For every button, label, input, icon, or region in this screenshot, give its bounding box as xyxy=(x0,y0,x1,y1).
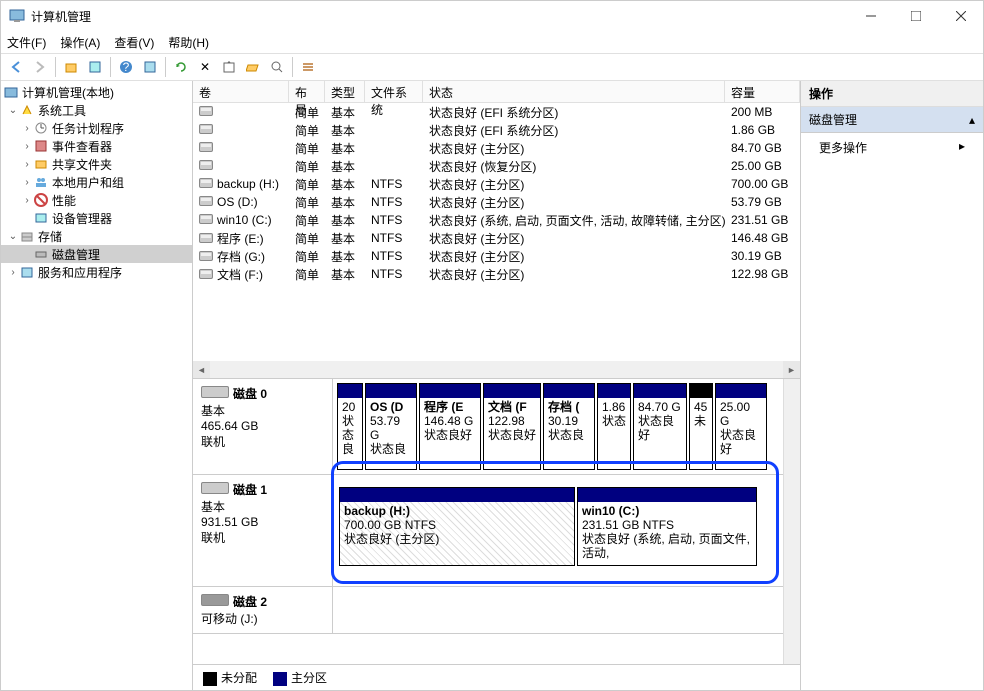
tree-panel[interactable]: 计算机管理(本地) ⌄系统工具 ›任务计划程序 ›事件查看器 ›共享文件夹 ›本… xyxy=(1,81,193,690)
vertical-scrollbar[interactable] xyxy=(783,379,800,664)
menu-help[interactable]: 帮助(H) xyxy=(168,34,209,51)
col-layout[interactable]: 布局 xyxy=(289,81,325,102)
forward-button[interactable] xyxy=(29,56,51,78)
volume-list: 卷 布局 类型 文件系统 状态 容量 简单基本状态良好 (EFI 系统分区)20… xyxy=(193,81,800,379)
tree-system-tools[interactable]: ⌄系统工具 xyxy=(1,101,192,119)
chevron-right-icon: ▸ xyxy=(959,139,965,156)
menubar: 文件(F) 操作(A) 查看(V) 帮助(H) xyxy=(1,31,983,53)
partition[interactable]: win10 (C:)231.51 GB NTFS状态良好 (系统, 启动, 页面… xyxy=(577,487,757,566)
menu-view[interactable]: 查看(V) xyxy=(114,34,154,51)
partition[interactable]: 20状态良 xyxy=(337,383,363,470)
disk-label-1: 磁盘 1 基本 931.51 GB 联机 xyxy=(193,475,333,586)
collapse-icon: ▴ xyxy=(969,113,975,127)
partition[interactable]: 文档 (F122.98状态良好 xyxy=(483,383,541,470)
menu-file[interactable]: 文件(F) xyxy=(7,34,46,51)
refresh-button[interactable] xyxy=(170,56,192,78)
help-button[interactable]: ? xyxy=(115,56,137,78)
partition[interactable]: 存档 (30.19状态良 xyxy=(543,383,595,470)
disk-row-0[interactable]: 磁盘 0 基本 465.64 GB 联机 20状态良OS (D53.79 G状态… xyxy=(193,379,783,475)
col-capacity[interactable]: 容量 xyxy=(725,81,800,102)
partition[interactable]: 45未 xyxy=(689,383,713,470)
actions-header: 操作 xyxy=(801,81,983,107)
disk1-partitions: backup (H:)700.00 GB NTFS状态良好 (主分区)win10… xyxy=(333,475,783,586)
scroll-left-icon[interactable]: ◄ xyxy=(193,361,210,378)
disk0-partitions: 20状态良OS (D53.79 G状态良程序 (E146.48 G状态良好文档 … xyxy=(333,379,783,474)
disk-panel[interactable]: 磁盘 0 基本 465.64 GB 联机 20状态良OS (D53.79 G状态… xyxy=(193,379,783,664)
view-button[interactable] xyxy=(139,56,161,78)
app-icon xyxy=(9,8,25,24)
disk-icon xyxy=(201,482,229,494)
tree-root[interactable]: 计算机管理(本地) xyxy=(1,83,192,101)
up-button[interactable] xyxy=(60,56,82,78)
titlebar: 计算机管理 xyxy=(1,1,983,31)
disk-label-2: 磁盘 2 可移动 (J:) xyxy=(193,587,333,633)
volume-row[interactable]: win10 (C:)简单基本NTFS状态良好 (系统, 启动, 页面文件, 活动… xyxy=(193,211,800,229)
disk2-partitions xyxy=(333,587,783,633)
center-panel: 卷 布局 类型 文件系统 状态 容量 简单基本状态良好 (EFI 系统分区)20… xyxy=(193,81,801,690)
tree-device-manager[interactable]: 设备管理器 xyxy=(1,209,192,227)
volume-body[interactable]: 简单基本状态良好 (EFI 系统分区)200 MB简单基本状态良好 (EFI 系… xyxy=(193,103,800,361)
menu-action[interactable]: 操作(A) xyxy=(60,34,100,51)
svg-text:?: ? xyxy=(123,60,130,74)
export-icon[interactable] xyxy=(218,56,240,78)
volume-row[interactable]: 简单基本状态良好 (主分区)84.70 GB xyxy=(193,139,800,157)
disk-icon xyxy=(201,594,229,606)
volume-row[interactable]: 简单基本状态良好 (恢复分区)25.00 GB xyxy=(193,157,800,175)
tree-storage[interactable]: ⌄存储 xyxy=(1,227,192,245)
partition[interactable]: OS (D53.79 G状态良 xyxy=(365,383,417,470)
tree-event-viewer[interactable]: ›事件查看器 xyxy=(1,137,192,155)
find-icon[interactable] xyxy=(266,56,288,78)
tree-services[interactable]: ›服务和应用程序 xyxy=(1,263,192,281)
volume-row[interactable]: 程序 (E:)简单基本NTFS状态良好 (主分区)146.48 GB xyxy=(193,229,800,247)
volume-row[interactable]: 存档 (G:)简单基本NTFS状态良好 (主分区)30.19 GB xyxy=(193,247,800,265)
back-button[interactable] xyxy=(5,56,27,78)
volume-row[interactable]: backup (H:)简单基本NTFS状态良好 (主分区)700.00 GB xyxy=(193,175,800,193)
toolbar: ? ✕ xyxy=(1,53,983,81)
partition[interactable]: 1.86状态 xyxy=(597,383,631,470)
col-filesystem[interactable]: 文件系统 xyxy=(365,81,423,102)
disk-label-0: 磁盘 0 基本 465.64 GB 联机 xyxy=(193,379,333,474)
partition[interactable]: 程序 (E146.48 G状态良好 xyxy=(419,383,481,470)
tree-disk-management[interactable]: 磁盘管理 xyxy=(1,245,192,263)
disk-icon xyxy=(201,386,229,398)
volume-row[interactable]: OS (D:)简单基本NTFS状态良好 (主分区)53.79 GB xyxy=(193,193,800,211)
close-button[interactable] xyxy=(938,1,983,31)
disk-row-1[interactable]: 磁盘 1 基本 931.51 GB 联机 backup (H:)700.00 G… xyxy=(193,475,783,587)
minimize-button[interactable] xyxy=(848,1,893,31)
volume-row[interactable]: 简单基本状态良好 (EFI 系统分区)1.86 GB xyxy=(193,121,800,139)
col-volume[interactable]: 卷 xyxy=(193,81,289,102)
volume-row[interactable]: 文档 (F:)简单基本NTFS状态良好 (主分区)122.98 GB xyxy=(193,265,800,283)
partition[interactable]: 84.70 G状态良好 xyxy=(633,383,687,470)
maximize-button[interactable] xyxy=(893,1,938,31)
partition[interactable]: 25.00 G状态良好 xyxy=(715,383,767,470)
tree-task-scheduler[interactable]: ›任务计划程序 xyxy=(1,119,192,137)
properties-button[interactable] xyxy=(84,56,106,78)
actions-more[interactable]: 更多操作▸ xyxy=(801,133,983,162)
col-status[interactable]: 状态 xyxy=(423,81,725,102)
legend-primary: 主分区 xyxy=(273,669,327,686)
tree-local-users[interactable]: ›本地用户和组 xyxy=(1,173,192,191)
volume-header: 卷 布局 类型 文件系统 状态 容量 xyxy=(193,81,800,103)
delete-icon[interactable]: ✕ xyxy=(194,56,216,78)
legend: 未分配 主分区 xyxy=(193,664,800,690)
tree-performance[interactable]: ›性能 xyxy=(1,191,192,209)
actions-disk-mgmt[interactable]: 磁盘管理▴ xyxy=(801,107,983,133)
horizontal-scrollbar[interactable]: ◄ ► xyxy=(193,361,800,378)
open-icon[interactable] xyxy=(242,56,264,78)
volume-row[interactable]: 简单基本状态良好 (EFI 系统分区)200 MB xyxy=(193,103,800,121)
list-icon[interactable] xyxy=(297,56,319,78)
scroll-right-icon[interactable]: ► xyxy=(783,361,800,378)
disk-row-2[interactable]: 磁盘 2 可移动 (J:) xyxy=(193,587,783,634)
actions-panel: 操作 磁盘管理▴ 更多操作▸ xyxy=(801,81,983,690)
tree-shared-folders[interactable]: ›共享文件夹 xyxy=(1,155,192,173)
window-title: 计算机管理 xyxy=(31,8,848,25)
partition[interactable]: backup (H:)700.00 GB NTFS状态良好 (主分区) xyxy=(339,487,575,566)
legend-unallocated: 未分配 xyxy=(203,669,257,686)
col-type[interactable]: 类型 xyxy=(325,81,365,102)
